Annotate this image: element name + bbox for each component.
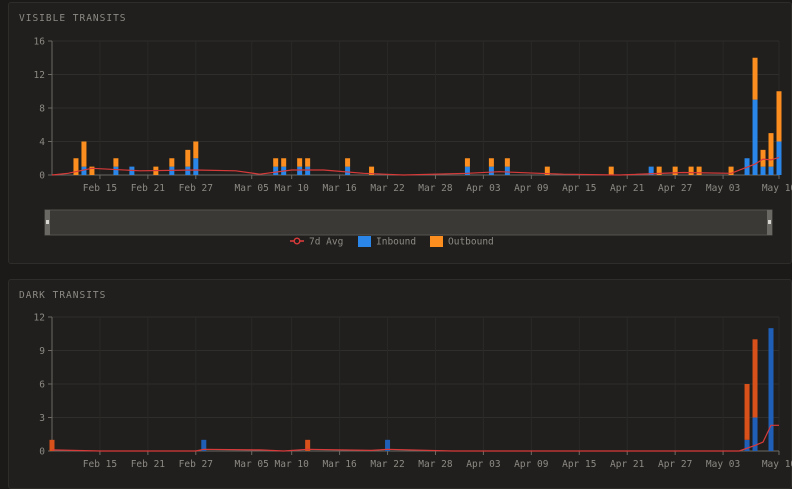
y-tick-label: 9 (39, 346, 45, 357)
x-tick-label: May 10 (762, 459, 792, 470)
x-tick-label: Apr 21 (610, 459, 645, 470)
x-tick-label: Feb 21 (131, 459, 166, 470)
outbound-bar (744, 384, 750, 440)
x-tick-label: Apr 27 (658, 459, 692, 470)
x-tick-label: Apr 09 (514, 459, 549, 470)
dark-transits-chart: 0 3 6 9 12 Feb 15 Feb 21 Feb 27 Mar 05 Mar 10 Mar … (34, 313, 792, 471)
y-tick-label: 0 (39, 447, 45, 458)
outbound-bar (752, 339, 758, 418)
x-tick-label: Mar 16 (322, 459, 357, 470)
x-tick-label: May 03 (706, 459, 740, 470)
x-tick-label: Feb 15 (83, 459, 117, 470)
y-tick-label: 6 (39, 380, 45, 391)
x-tick-label: Apr 15 (562, 459, 596, 470)
x-tick-label: Mar 28 (418, 459, 453, 470)
avg-line (51, 424, 779, 452)
x-tick-label: Feb 27 (179, 459, 213, 470)
x-tick-label: Mar 22 (370, 459, 404, 470)
outbound-bar (49, 439, 55, 451)
inbound-bar (768, 328, 774, 451)
x-tick-label: Mar 10 (275, 459, 310, 470)
y-tick-label: 12 (34, 313, 45, 324)
y-tick-label: 3 (39, 413, 45, 424)
x-tick-label: Mar 05 (235, 459, 269, 470)
x-tick-label: Apr 03 (466, 459, 500, 470)
